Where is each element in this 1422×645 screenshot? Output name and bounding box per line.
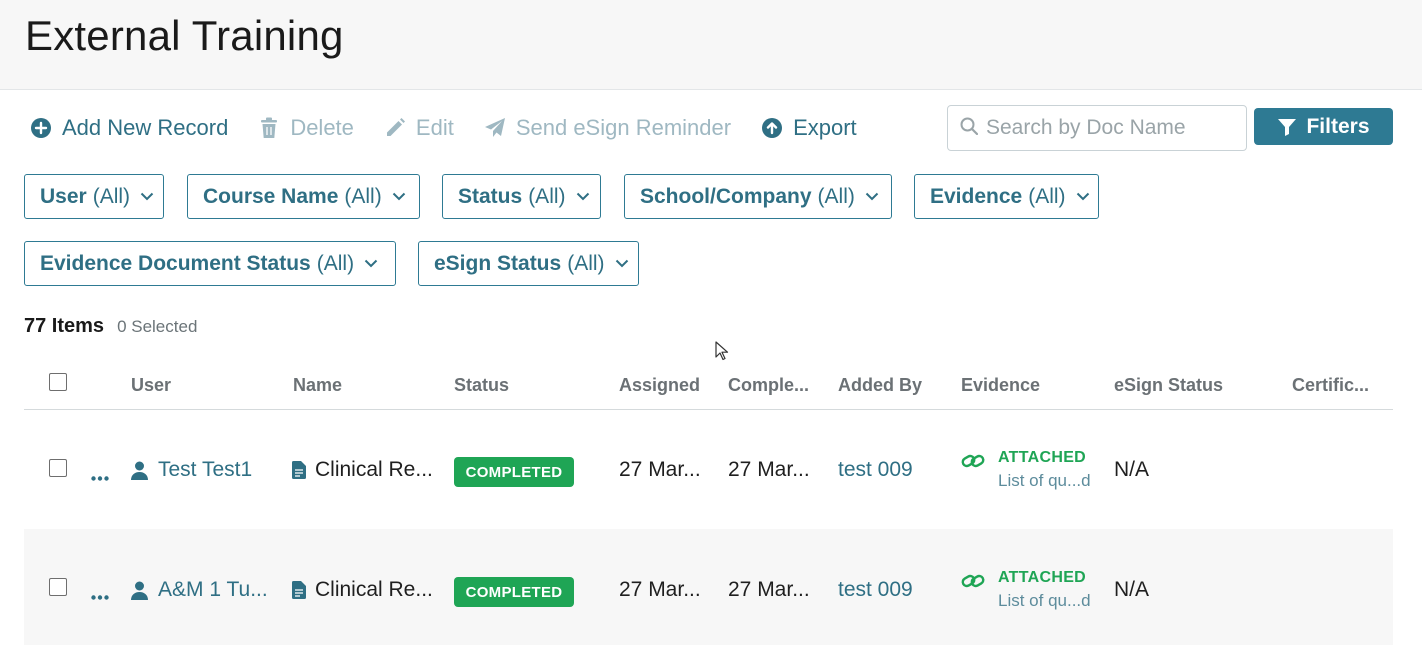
row-checkbox[interactable] [49,578,67,596]
action-toolbar: Add New Record Delete Edit Send eSign Re… [30,112,887,144]
page-header: External Training [0,0,1422,90]
chip-value: (All) [316,251,355,275]
chip-label: User [40,184,87,208]
col-esign-status[interactable]: eSign Status [1114,375,1223,396]
selected-count: 0 Selected [117,317,198,336]
col-evidence[interactable]: Evidence [961,375,1040,396]
evidence-status: ATTACHED [998,449,1087,466]
user-link[interactable]: A&M 1 Tu... [158,578,268,602]
add-new-record-label: Add New Record [62,115,229,140]
filter-chip-evidence[interactable]: Evidence (All) [914,174,1099,219]
col-certificate[interactable]: Certific... [1292,375,1369,396]
filter-chip-course-name[interactable]: Course Name (All) [187,174,420,219]
filters-label: Filters [1306,114,1370,138]
chip-value: (All) [567,251,605,275]
add-new-record-button[interactable]: Add New Record [30,115,228,141]
search-input[interactable] [986,116,1236,140]
completed-date: 27 Mar... [728,458,810,481]
chevron-down-icon [392,192,406,201]
send-esign-reminder-label: Send eSign Reminder [515,115,732,140]
chip-value: (All) [92,184,131,208]
edit-button[interactable]: Edit [384,115,454,141]
ellipsis-icon[interactable] [91,587,109,605]
col-name[interactable]: Name [293,375,342,396]
filters-button[interactable]: Filters [1254,108,1393,145]
document-icon [292,461,306,484]
edit-label: Edit [415,115,454,140]
chevron-down-icon [865,192,879,201]
ellipsis-icon[interactable] [91,468,109,486]
chip-label: Evidence [930,184,1023,208]
items-summary: 77 Items 0 Selected [24,315,197,338]
page-title: External Training [25,12,344,59]
search-icon [960,117,979,140]
link-icon [961,451,985,476]
col-completed[interactable]: Comple... [728,375,809,396]
link-icon [961,571,985,596]
filter-chip-evidence-document-status[interactable]: Evidence Document Status (All) [24,241,396,286]
added-by-link[interactable]: test 009 [838,458,913,482]
col-added-by[interactable]: Added By [838,375,922,396]
chip-label: School/Company [640,184,812,208]
upload-circle-icon [761,117,783,139]
pencil-icon [384,117,406,139]
filter-chip-user[interactable]: User (All) [24,174,164,219]
chip-label: Course Name [203,184,339,208]
document-icon [292,581,306,604]
send-esign-reminder-button[interactable]: Send eSign Reminder [484,115,731,141]
assigned-date: 27 Mar... [619,458,701,481]
col-status[interactable]: Status [454,375,509,396]
chip-value: (All) [817,184,855,208]
delete-button[interactable]: Delete [258,115,354,141]
filter-chip-status[interactable]: Status (All) [442,174,601,219]
chip-value: (All) [528,184,566,208]
search-box [947,105,1247,151]
chip-label: Status [458,184,523,208]
select-all-checkbox[interactable] [49,373,67,391]
evidence-file-link[interactable]: List of qu...d [998,591,1091,611]
course-name[interactable]: Clinical Re... [315,578,433,602]
items-count: 77 Items [24,315,105,337]
user-icon [131,461,148,485]
course-name[interactable]: Clinical Re... [315,458,433,482]
chevron-down-icon [364,259,378,268]
status-badge: COMPLETED [454,457,574,487]
evidence-status: ATTACHED [998,569,1087,586]
completed-date: 27 Mar... [728,578,810,601]
col-user[interactable]: User [131,375,171,396]
table-header: User Name Status Assigned Comple... Adde… [24,362,1393,410]
chip-value: (All) [344,184,382,208]
chevron-down-icon [1076,192,1090,201]
table-row[interactable]: A&M 1 Tu... Clinical Re... COMPLETED 27 … [24,529,1393,645]
filter-chip-esign-status[interactable]: eSign Status (All) [418,241,639,286]
trash-icon [258,117,280,139]
chevron-down-icon [140,192,154,201]
added-by-link[interactable]: test 009 [838,578,913,602]
filter-icon [1278,118,1297,136]
export-button[interactable]: Export [761,115,857,141]
user-icon [131,581,148,605]
col-assigned[interactable]: Assigned [619,375,700,396]
chip-label: Evidence Document Status [40,251,311,275]
filter-chip-school-company[interactable]: School/Company (All) [624,174,892,219]
assigned-date: 27 Mar... [619,578,701,601]
evidence-file-link[interactable]: List of qu...d [998,471,1091,491]
esign-status: N/A [1114,578,1150,601]
chevron-down-icon [615,259,629,268]
status-badge: COMPLETED [454,577,574,607]
plus-circle-icon [30,117,52,139]
export-label: Export [793,115,857,140]
chip-label: eSign Status [434,251,562,275]
row-checkbox[interactable] [49,459,67,477]
paper-plane-icon [484,117,506,139]
chip-value: (All) [1028,184,1066,208]
table-row[interactable]: Test Test1 Clinical Re... COMPLETED 27 M… [24,411,1393,529]
user-link[interactable]: Test Test1 [158,458,252,482]
delete-label: Delete [290,115,354,140]
chevron-down-icon [576,192,590,201]
esign-status: N/A [1114,458,1150,481]
